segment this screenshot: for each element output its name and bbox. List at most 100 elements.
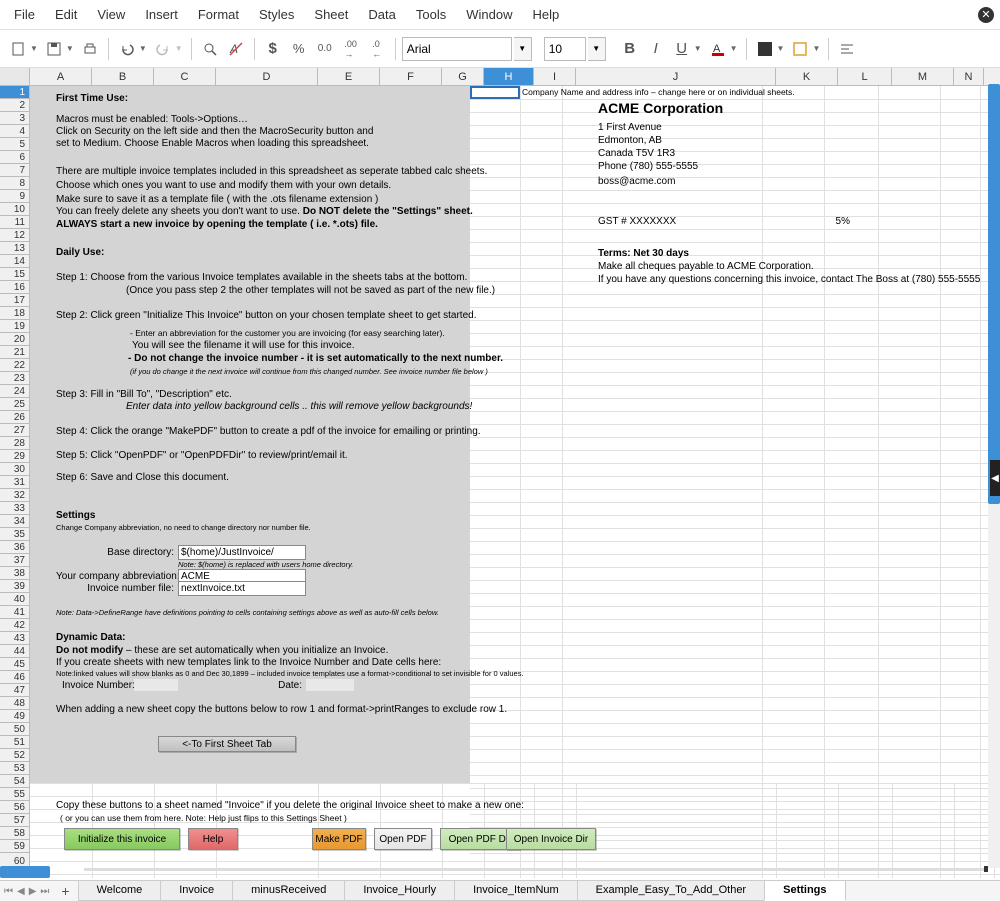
active-cell[interactable] (470, 86, 520, 99)
numfile-input[interactable]: nextInvoice.txt (178, 581, 306, 596)
menu-format[interactable]: Format (190, 4, 247, 25)
select-all-corner[interactable] (0, 68, 30, 85)
font-size-select[interactable] (544, 37, 586, 61)
menu-tools[interactable]: Tools (408, 4, 454, 25)
font-select[interactable] (402, 37, 512, 61)
undo-icon[interactable] (115, 37, 139, 61)
col-header[interactable]: G (442, 68, 484, 85)
row-header[interactable]: 50 (0, 723, 29, 736)
col-header[interactable]: A (30, 68, 92, 85)
row-header[interactable]: 6 (0, 151, 29, 164)
row-header[interactable]: 36 (0, 541, 29, 554)
row-header[interactable]: 14 (0, 255, 29, 268)
dropdown-icon[interactable]: ▼ (812, 44, 820, 53)
dropdown-icon[interactable]: ▼ (694, 44, 702, 53)
row-header[interactable]: 39 (0, 580, 29, 593)
row-header[interactable]: 38 (0, 567, 29, 580)
sheet-tab[interactable]: minusReceived (232, 881, 345, 901)
row-header[interactable]: 15 (0, 268, 29, 281)
row-header[interactable]: 31 (0, 476, 29, 489)
col-header[interactable]: H (484, 68, 534, 85)
row-header[interactable]: 29 (0, 450, 29, 463)
help-button[interactable]: Help (188, 828, 238, 850)
align-icon[interactable] (835, 37, 859, 61)
row-header[interactable]: 44 (0, 645, 29, 658)
number-icon[interactable]: 0.0 (313, 37, 337, 61)
row-header[interactable]: 12 (0, 229, 29, 242)
clear-format-icon[interactable]: A (224, 37, 248, 61)
redo-icon[interactable] (151, 37, 175, 61)
row-header[interactable]: 19 (0, 320, 29, 333)
row-header[interactable]: 5 (0, 138, 29, 151)
row-header[interactable]: 55 (0, 788, 29, 801)
row-header[interactable]: 33 (0, 502, 29, 515)
row-header[interactable]: 27 (0, 424, 29, 437)
row-header[interactable]: 48 (0, 697, 29, 710)
col-header[interactable]: N (954, 68, 984, 85)
scrollbar-thumb[interactable] (988, 84, 1000, 504)
col-header[interactable]: K (776, 68, 838, 85)
col-header[interactable]: D (216, 68, 318, 85)
base-dir-input[interactable]: $(home)/JustInvoice/ (178, 545, 306, 560)
row-header[interactable]: 42 (0, 619, 29, 632)
row-header[interactable]: 32 (0, 489, 29, 502)
dropdown-icon[interactable]: ▼ (588, 37, 606, 61)
row-header[interactable]: 25 (0, 398, 29, 411)
close-icon[interactable]: ✕ (978, 7, 994, 23)
row-header[interactable]: 58 (0, 827, 29, 840)
dropdown-icon[interactable]: ▼ (514, 37, 532, 61)
row-header[interactable]: 35 (0, 528, 29, 541)
row-header[interactable]: 8 (0, 177, 29, 190)
row-header[interactable]: 57 (0, 814, 29, 827)
row-header[interactable]: 28 (0, 437, 29, 450)
col-header[interactable]: B (92, 68, 154, 85)
row-header[interactable]: 17 (0, 294, 29, 307)
row-header[interactable]: 41 (0, 606, 29, 619)
row-header[interactable]: 18 (0, 307, 29, 320)
open-invoice-dir-button[interactable]: Open Invoice Dir (506, 828, 596, 850)
row-header[interactable]: 43 (0, 632, 29, 645)
add-sheet-button[interactable]: + (53, 881, 78, 901)
dropdown-icon[interactable]: ▼ (730, 44, 738, 53)
sheet-tab[interactable]: Invoice_ItemNum (454, 881, 578, 901)
print-icon[interactable] (78, 37, 102, 61)
col-header[interactable]: C (154, 68, 216, 85)
sheet-tab[interactable]: Invoice_Hourly (344, 881, 455, 901)
sheet-tab[interactable]: Invoice (160, 881, 233, 901)
menu-window[interactable]: Window (458, 4, 520, 25)
menu-insert[interactable]: Insert (137, 4, 186, 25)
row-header[interactable]: 40 (0, 593, 29, 606)
col-header[interactable]: J (576, 68, 776, 85)
bold-icon[interactable]: B (618, 37, 642, 61)
save-icon[interactable] (42, 37, 66, 61)
row-header[interactable]: 26 (0, 411, 29, 424)
menu-view[interactable]: View (89, 4, 133, 25)
row-header[interactable]: 45 (0, 658, 29, 671)
tab-prev-icon[interactable]: ◀ (17, 886, 25, 897)
dropdown-icon[interactable]: ▼ (175, 44, 183, 53)
sidebar-toggle[interactable]: ◀ (990, 460, 1000, 496)
row-header[interactable]: 21 (0, 346, 29, 359)
row-header[interactable]: 59 (0, 840, 29, 853)
first-sheet-tab-button[interactable]: <-To First Sheet Tab (158, 736, 296, 752)
search-icon[interactable] (198, 37, 222, 61)
row-header[interactable]: 34 (0, 515, 29, 528)
row-header[interactable]: 16 (0, 281, 29, 294)
sheet-tab-active[interactable]: Settings (764, 881, 845, 901)
row-header[interactable]: 1 (0, 86, 29, 99)
menu-sheet[interactable]: Sheet (306, 4, 356, 25)
dropdown-icon[interactable]: ▼ (777, 44, 785, 53)
make-pdf-button[interactable]: Make PDF (312, 828, 366, 850)
menu-data[interactable]: Data (360, 4, 403, 25)
row-header[interactable]: 37 (0, 554, 29, 567)
row-header[interactable]: 4 (0, 125, 29, 138)
row-header[interactable]: 9 (0, 190, 29, 203)
remove-decimal-icon[interactable]: .0← (365, 37, 389, 61)
menu-help[interactable]: Help (524, 4, 567, 25)
row-header[interactable]: 20 (0, 333, 29, 346)
italic-icon[interactable]: I (644, 37, 668, 61)
percent-icon[interactable]: % (287, 37, 311, 61)
open-pdf-button[interactable]: Open PDF (374, 828, 432, 850)
dropdown-icon[interactable]: ▼ (30, 44, 38, 53)
dropdown-icon[interactable]: ▼ (66, 44, 74, 53)
